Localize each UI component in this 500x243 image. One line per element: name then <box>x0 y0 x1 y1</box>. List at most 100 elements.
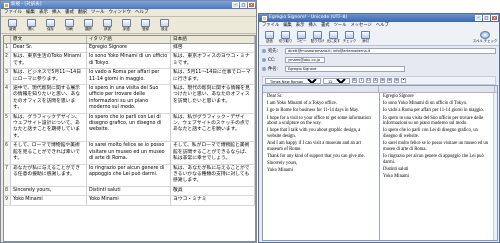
minimize-button[interactable]: – <box>475 15 482 21</box>
menu-message[interactable]: メッセージ <box>350 22 371 29</box>
message-body[interactable]: Dear Sr. I am Yoko Minami of a Tokyo off… <box>262 85 498 241</box>
translator-titlebar[interactable]: 新規 - [対訳表] – □ × <box>1 1 256 9</box>
spell-check-button[interactable]: スペル チェック <box>473 31 497 43</box>
menu-tools[interactable]: ツール <box>91 9 105 16</box>
italian-text-column[interactable]: Egregio Signore Io sono Yoko Minami di u… <box>383 94 493 181</box>
attach-button[interactable]: 添付 <box>358 31 373 43</box>
menu-window[interactable]: ウィンドウ <box>109 9 132 16</box>
minimize-button[interactable]: – <box>232 2 239 8</box>
align-left-button[interactable]: ≡ <box>380 78 385 83</box>
translate-button[interactable]: 翻訳 <box>80 19 97 31</box>
japanese-cell[interactable]: そして、私がローマで博物館と美術館を訪問することができるならば、私は非常に幸せで… <box>171 142 255 164</box>
menu-help[interactable]: ヘルプ <box>135 9 149 16</box>
font-size-select[interactable]: 12 <box>323 77 350 84</box>
source-cell[interactable]: そして、ローマで博物館や美術館を見ることができれば幸いです。 <box>11 142 87 164</box>
copy-button[interactable]: コピー <box>294 31 309 43</box>
body-column-header <box>263 86 497 93</box>
check-button[interactable]: チェック <box>342 31 357 43</box>
table-row[interactable]: 8 Sincerely yours, Distinti saluti 敬具 <box>4 186 255 197</box>
underline-button[interactable]: U <box>366 78 371 83</box>
japanese-cell[interactable]: 私は、5月11～14日に仕事でローマに行きます。 <box>171 69 255 85</box>
table-row[interactable]: 4 途中で、現代彫刻に関する展示の情報を知りたいと思い、あなたのオフィスを訪問を思… <box>4 85 255 114</box>
column-header-japanese[interactable]: 日本語 <box>171 36 255 43</box>
menu-view[interactable]: 表示 <box>296 22 305 29</box>
bold-button[interactable]: B <box>352 78 357 83</box>
font-color-button[interactable]: A <box>373 78 378 83</box>
menu-insert[interactable]: 挿入 <box>308 22 317 29</box>
source-cell[interactable]: Sincerely yours, <box>11 186 87 196</box>
maximize-button[interactable]: □ <box>483 15 490 21</box>
font-name-select[interactable]: Times New Roman <box>265 77 321 84</box>
email-titlebar[interactable]: Egregio Signore! - Unicode (UTF-8) – □ × <box>259 14 499 22</box>
column-header-italian[interactable]: イタリア語 <box>87 36 171 43</box>
table-row[interactable]: 6 そして、ローマで博物館や美術館を見ることができれば幸いです。 Io sarei … <box>4 142 255 165</box>
italic-button[interactable]: I <box>359 78 364 83</box>
close-button[interactable]: × <box>491 15 498 21</box>
align-center-button[interactable]: ≡ <box>387 78 392 83</box>
send-button[interactable]: 送信 <box>262 31 277 43</box>
menu-file[interactable]: ファイル <box>262 22 279 29</box>
translation-grid[interactable]: 原文 イタリア語 日本語 1 Dear Sr. Egregio Signore 拝啓 … <box>3 35 256 242</box>
japanese-cell[interactable]: 私は、現代の彫刻に関する情報を見つけたいと思い、あなたのオフィスを訪問したいと思… <box>171 85 255 113</box>
table-row[interactable]: 7 あなたが私に与えることができる任意の援助に感謝します。 Io ringrazio… <box>4 164 255 187</box>
japanese-cell[interactable]: 私は、東京オフィスのヨウコ・ミナミです。 <box>171 53 255 69</box>
register-button[interactable]: 登録 <box>137 19 154 31</box>
close-button[interactable]: × <box>248 2 255 8</box>
settings-button[interactable]: 設定 <box>156 19 173 31</box>
source-cell[interactable]: あなたが私に与えることができる任意の援助に感謝します。 <box>11 164 87 186</box>
vertical-scrollbar[interactable] <box>493 93 497 240</box>
japanese-cell[interactable]: 敬具 <box>171 186 255 196</box>
cc-field[interactable] <box>285 57 325 63</box>
menu-help[interactable]: ヘルプ <box>376 22 389 29</box>
open-button[interactable]: 開く <box>23 19 40 31</box>
table-row[interactable]: 1 Dear Sr. Egregio Signore 拝啓 <box>4 44 255 54</box>
undo-button[interactable]: 元に戻す <box>326 31 341 43</box>
menu-insert[interactable]: 挿入 <box>52 9 61 16</box>
column-header-source[interactable]: 原文 <box>11 36 87 43</box>
dictionary-button[interactable]: 辞書 <box>99 19 116 31</box>
term-button[interactable]: 訳語 <box>118 19 135 31</box>
italian-cell[interactable]: Io sarei molto felice se io posso visita… <box>87 142 171 164</box>
to-field[interactable] <box>285 48 496 54</box>
bullets-button[interactable]: • <box>401 78 406 83</box>
menu-translate[interactable]: 翻訳 <box>78 9 87 16</box>
source-cell[interactable]: 途中で、現代彫刻に関する展示の情報を知りたいと思い、あなたのオフィスを訪問を思い… <box>11 85 87 113</box>
cut-button[interactable]: 切り取り <box>278 31 293 43</box>
maximize-button[interactable]: □ <box>240 2 247 8</box>
save-button[interactable]: 保存 <box>42 19 59 31</box>
print-button[interactable]: 印刷 <box>61 19 78 31</box>
source-cell[interactable]: 私は、ビジネスで5月11～14日にローマに参ります。 <box>11 69 87 85</box>
table-row[interactable]: 3 私は、ビジネスで5月11～14日にローマに参ります。 Io vado a Rom… <box>4 69 255 86</box>
menu-tools[interactable]: ツール <box>334 22 347 29</box>
table-row[interactable]: 2 私は、東京生活のToko Minamiです。 Io sono Yoko Mina… <box>4 53 255 70</box>
source-cell[interactable]: Yoko Minami <box>11 196 87 205</box>
italian-cell[interactable]: Yoko Minami <box>87 196 171 205</box>
menu-view[interactable]: 表示 <box>39 9 48 16</box>
japanese-cell[interactable]: 私は、あなたが私に与えることができるいかなる種類の支持に対しても感謝します。 <box>171 164 255 186</box>
menu-edit[interactable]: 編集 <box>26 9 35 16</box>
subject-field[interactable] <box>285 66 405 72</box>
align-right-button[interactable]: ≡ <box>394 78 399 83</box>
source-cell[interactable]: 私は、東京生活のToko Minamiです。 <box>11 53 87 69</box>
italian-cell[interactable]: Io ringrazio per alcun genere di appoggi… <box>87 164 171 186</box>
menu-edit[interactable]: 編集 <box>283 22 292 29</box>
paste-button[interactable]: 貼り付け <box>310 31 325 43</box>
italian-cell[interactable]: Io vado a Roma per affari per 11-14 gior… <box>87 69 171 85</box>
menu-format[interactable]: 書式 <box>321 22 330 29</box>
source-cell[interactable]: 私は、グラフィックデザイン、ウェブサイト設計について、あなたと話すことを期待して… <box>11 113 87 142</box>
new-button[interactable]: 新規 <box>4 19 21 31</box>
menu-file[interactable]: ファイル <box>4 9 22 16</box>
italian-cell[interactable]: Io sono Yoko Minami di un ufficio di Tok… <box>87 53 171 69</box>
japanese-cell[interactable]: 拝啓 <box>171 44 255 53</box>
italian-cell[interactable]: Io spero in una visita del Suo ufficio p… <box>87 85 171 113</box>
japanese-cell[interactable]: ヨウコ・ミナミ <box>171 196 255 205</box>
italian-cell[interactable]: Distinti saluti <box>87 186 171 196</box>
menu-format[interactable]: 書式 <box>65 9 74 16</box>
english-text-column[interactable]: Dear Sr. I am Yoko Minami of a Tokyo off… <box>267 94 374 175</box>
table-row[interactable]: 5 私は、グラフィックデザイン、ウェブサイト設計について、あなたと話すことを期待し… <box>4 113 255 143</box>
italian-cell[interactable]: Io spero che io parli con Lei di disegno… <box>87 113 171 142</box>
table-row[interactable]: 9 Yoko Minami Yoko Minami ヨウコ・ミナミ <box>4 196 255 206</box>
source-cell[interactable]: Dear Sr. <box>11 44 87 53</box>
japanese-cell[interactable]: 私は、私がグラフィック・デザイン、ウェブサイトのスケッチの点であなたと話すことを… <box>171 113 255 142</box>
italian-cell[interactable]: Egregio Signore <box>87 44 171 53</box>
